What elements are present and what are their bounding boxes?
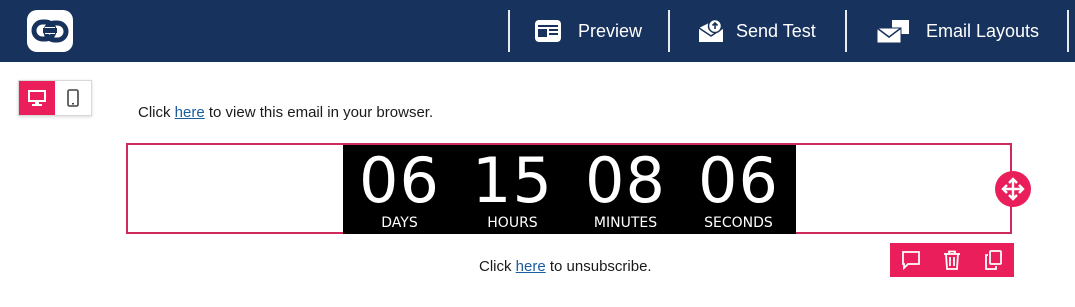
move-block-handle[interactable]: [995, 171, 1031, 207]
text-before: Click: [138, 104, 175, 121]
countdown-seconds-value: 06: [698, 144, 779, 217]
countdown-days-label: DAYS: [381, 215, 418, 231]
link-chain-icon: [31, 19, 69, 43]
text-before: Click: [479, 258, 516, 275]
preview-window-icon: [535, 20, 561, 42]
countdown-minutes-label: MINUTES: [593, 215, 658, 231]
envelope-upload-icon: [698, 18, 724, 42]
email-layouts-label: Email Layouts: [926, 20, 1040, 41]
desktop-view-button[interactable]: [19, 81, 55, 115]
send-test-label: Send Test: [736, 20, 816, 41]
delete-button[interactable]: [937, 245, 967, 275]
comment-icon: [901, 251, 920, 270]
preview-button[interactable]: Preview: [534, 0, 642, 62]
countdown-timer: 06 DAYS 15 HOURS 08 MINUTES 06 SECONDS: [343, 145, 796, 234]
move-arrows-icon: [1001, 177, 1025, 201]
view-in-browser-text: Click here to view this email in your br…: [138, 104, 433, 121]
desktop-monitor-icon: [28, 90, 46, 106]
countdown-minutes: 08 MINUTES: [569, 145, 682, 234]
block-action-bar: [890, 243, 1014, 277]
nav-divider: [845, 10, 847, 52]
device-toggle: [18, 80, 92, 116]
unsubscribe-text: Click here to unsubscribe.: [479, 258, 652, 275]
duplicate-icon: [985, 250, 1003, 270]
countdown-hours-value: 15: [472, 144, 553, 217]
view-in-browser-link[interactable]: here: [175, 104, 205, 121]
nav-divider: [668, 10, 670, 52]
text-after: to unsubscribe.: [545, 258, 652, 275]
send-test-button[interactable]: Send Test: [698, 0, 816, 62]
app-logo[interactable]: [27, 10, 73, 52]
envelopes-icon: [876, 20, 909, 44]
countdown-days: 06 DAYS: [343, 145, 456, 234]
countdown-minutes-value: 08: [585, 144, 666, 217]
countdown-days-value: 06: [359, 144, 440, 217]
top-toolbar: Preview Send Test Email Layouts: [0, 0, 1075, 62]
duplicate-button[interactable]: [978, 245, 1008, 275]
comment-button[interactable]: [896, 245, 926, 275]
email-layouts-button[interactable]: Email Layouts: [876, 0, 1039, 62]
countdown-seconds-label: SECONDS: [704, 215, 773, 231]
nav-divider: [508, 10, 510, 52]
nav-divider: [1067, 10, 1069, 52]
countdown-hours-label: HOURS: [487, 215, 538, 231]
mobile-view-button[interactable]: [55, 81, 91, 115]
text-after: to view this email in your browser.: [204, 104, 434, 121]
mobile-phone-icon: [67, 89, 79, 107]
trash-icon: [943, 250, 960, 270]
preview-label: Preview: [578, 20, 643, 41]
unsubscribe-link[interactable]: here: [516, 258, 546, 275]
countdown-hours: 15 HOURS: [456, 145, 569, 234]
countdown-seconds: 06 SECONDS: [682, 145, 795, 234]
